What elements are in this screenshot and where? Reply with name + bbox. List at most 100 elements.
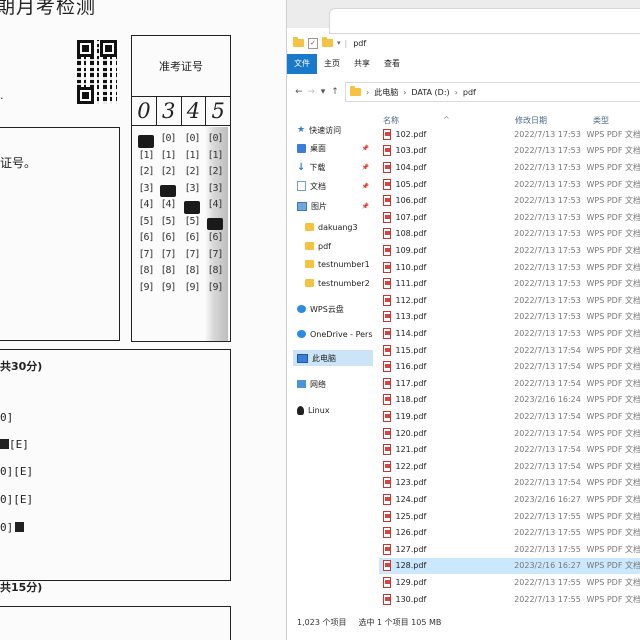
- file-row[interactable]: 118.pdf 2023/2/16 16:24 WPS PDF 文档: [379, 392, 640, 409]
- file-date: 2023/2/16 16:27: [514, 561, 581, 571]
- file-type: WPS PDF 文档: [586, 328, 640, 338]
- bubble: [1]: [184, 149, 200, 161]
- pin-icon[interactable]: 📌: [362, 145, 369, 152]
- sidebar-item[interactable]: ↓ 下载 📌: [297, 159, 373, 175]
- file-name: 124.pdf: [395, 494, 427, 504]
- sidebar-item[interactable]: testnumber1: [305, 256, 381, 272]
- file-row[interactable]: 109.pdf 2022/7/13 17:53 WPS PDF 文档: [379, 242, 640, 259]
- sidebar-item[interactable]: dakuang3: [305, 219, 381, 235]
- properties-icon[interactable]: ✓: [308, 37, 318, 49]
- sidebar-item[interactable]: 文档 📌: [297, 178, 373, 194]
- quick-access-dropdown-icon[interactable]: ▾: [337, 39, 341, 47]
- file-row[interactable]: 130.pdf 2022/7/13 17:55 WPS PDF 文档: [379, 591, 640, 608]
- sidebar-item[interactable]: OneDrive - Persona: [297, 326, 373, 342]
- forward-arrow-icon[interactable]: →: [305, 87, 317, 97]
- file-type: WPS PDF 文档: [586, 478, 640, 488]
- bubble: [8]: [160, 265, 176, 276]
- file-row[interactable]: 127.pdf 2022/7/13 17:55 WPS PDF 文档: [379, 541, 640, 558]
- file-row[interactable]: 110.pdf 2022/7/13 17:53 WPS PDF 文档: [379, 259, 640, 276]
- sidebar-item[interactable]: ★ 快速访问: [297, 122, 373, 138]
- file-row[interactable]: 115.pdf 2022/7/13 17:54 WPS PDF 文档: [379, 342, 640, 359]
- pdf-file-icon: [383, 278, 392, 290]
- linux-icon: [297, 405, 304, 415]
- column-name[interactable]: 名称: [383, 115, 399, 126]
- file-date: 2022/7/13 17:54: [514, 411, 581, 421]
- filled-mark: [15, 522, 25, 532]
- pin-icon[interactable]: 📌: [362, 203, 369, 210]
- file-date: 2022/7/13 17:54: [514, 345, 581, 355]
- pdf-file-icon: [383, 543, 392, 555]
- sidebar-item[interactable]: pdf: [305, 238, 381, 254]
- tab-file[interactable]: 文件: [287, 54, 317, 74]
- file-row[interactable]: 104.pdf 2022/7/13 17:53 WPS PDF 文档: [379, 159, 640, 176]
- sidebar-item[interactable]: testnumber2: [305, 275, 381, 291]
- file-row[interactable]: 129.pdf 2022/7/13 17:55 WPS PDF 文档: [379, 574, 640, 591]
- breadcrumb-folder[interactable]: pdf: [463, 88, 476, 97]
- window-backdrop: [287, 0, 640, 34]
- file-row[interactable]: 103.pdf 2022/7/13 17:53 WPS PDF 文档: [379, 143, 640, 160]
- admit-number-label: 准考证号: [159, 60, 203, 73]
- file-name: 121.pdf: [395, 445, 427, 455]
- pdf-file-icon: [383, 311, 392, 323]
- sidebar-item[interactable]: 此电脑: [293, 350, 373, 366]
- pdf-file-icon: [383, 161, 392, 173]
- sidebar-item-label: 桌面: [310, 143, 326, 153]
- file-row[interactable]: 114.pdf 2022/7/13 17:53 WPS PDF 文档: [379, 325, 640, 342]
- picture-icon: [297, 201, 307, 211]
- file-date: 2022/7/13 17:55: [514, 577, 581, 587]
- file-type: WPS PDF 文档: [586, 561, 640, 571]
- file-row[interactable]: 111.pdf 2022/7/13 17:53 WPS PDF 文档: [379, 275, 640, 292]
- tab-share[interactable]: 共享: [347, 54, 377, 74]
- file-date: 2022/7/13 17:55: [514, 528, 581, 538]
- back-arrow-icon[interactable]: ←: [293, 87, 305, 97]
- pin-icon[interactable]: 📌: [362, 183, 369, 190]
- tab-view[interactable]: 查看: [377, 54, 407, 74]
- file-row[interactable]: 108.pdf 2022/7/13 17:53 WPS PDF 文档: [379, 226, 640, 243]
- file-row[interactable]: 124.pdf 2023/2/16 16:27 WPS PDF 文档: [379, 491, 640, 508]
- file-type: WPS PDF 文档: [586, 378, 640, 388]
- file-row[interactable]: 112.pdf 2022/7/13 17:53 WPS PDF 文档: [379, 292, 640, 309]
- breadcrumb-drive[interactable]: DATA (D:): [411, 88, 449, 97]
- file-row[interactable]: 117.pdf 2022/7/13 17:54 WPS PDF 文档: [379, 375, 640, 392]
- sidebar-item[interactable]: WPS云盘: [297, 301, 373, 317]
- tab-home[interactable]: 主页: [317, 54, 347, 74]
- file-type: WPS PDF 文档: [586, 362, 640, 372]
- file-type: WPS PDF 文档: [586, 345, 640, 355]
- file-row[interactable]: 123.pdf 2022/7/13 17:54 WPS PDF 文档: [379, 475, 640, 492]
- answer-row: 0]: [0, 521, 25, 534]
- breadcrumb-separator: ›: [403, 87, 407, 97]
- column-date[interactable]: 修改日期: [515, 115, 547, 126]
- up-arrow-icon[interactable]: ↑: [329, 87, 341, 97]
- column-type[interactable]: 类型: [593, 115, 609, 126]
- file-name: 117.pdf: [395, 378, 427, 388]
- file-row[interactable]: 113.pdf 2022/7/13 17:53 WPS PDF 文档: [379, 309, 640, 326]
- file-row[interactable]: 126.pdf 2022/7/13 17:55 WPS PDF 文档: [379, 524, 640, 541]
- sidebar-item[interactable]: 图片 📌: [297, 198, 373, 214]
- file-row[interactable]: 106.pdf 2022/7/13 17:53 WPS PDF 文档: [379, 192, 640, 209]
- file-row[interactable]: 105.pdf 2022/7/13 17:53 WPS PDF 文档: [379, 176, 640, 193]
- bubble: [9]: [160, 281, 176, 293]
- file-row[interactable]: 120.pdf 2022/7/13 17:54 WPS PDF 文档: [379, 425, 640, 442]
- admit-digit: 5: [211, 99, 225, 123]
- sidebar-item-label: 快速访问: [309, 125, 342, 135]
- pdf-file-icon: [383, 145, 392, 157]
- address-bar[interactable]: › 此电脑 › DATA (D:) › pdf: [345, 82, 640, 102]
- file-row[interactable]: 122.pdf 2022/7/13 17:54 WPS PDF 文档: [379, 458, 640, 475]
- recent-dropdown-icon[interactable]: ▾: [317, 87, 329, 97]
- file-row[interactable]: 121.pdf 2022/7/13 17:54 WPS PDF 文档: [379, 441, 640, 458]
- sidebar-item[interactable]: Linux: [297, 402, 373, 418]
- answer-row: 0][E]: [0, 493, 34, 506]
- sidebar-item[interactable]: 桌面 📌: [297, 140, 373, 156]
- new-folder-icon[interactable]: [322, 37, 333, 47]
- sidebar-item[interactable]: 网络: [297, 376, 373, 392]
- file-row[interactable]: 125.pdf 2022/7/13 17:55 WPS PDF 文档: [379, 508, 640, 525]
- file-row[interactable]: 102.pdf 2022/7/13 17:53 WPS PDF 文档: [379, 126, 640, 143]
- file-row[interactable]: 107.pdf 2022/7/13 17:53 WPS PDF 文档: [379, 209, 640, 226]
- file-row[interactable]: 128.pdf 2023/2/16 16:27 WPS PDF 文档: [379, 557, 640, 575]
- pin-icon[interactable]: 📌: [362, 164, 369, 171]
- file-date: 2022/7/13 17:53: [514, 312, 581, 322]
- breadcrumb-this-pc[interactable]: 此电脑: [374, 87, 398, 98]
- file-row[interactable]: 119.pdf 2022/7/13 17:54 WPS PDF 文档: [379, 408, 640, 425]
- file-name: 130.pdf: [395, 594, 427, 604]
- file-row[interactable]: 116.pdf 2022/7/13 17:54 WPS PDF 文档: [379, 358, 640, 375]
